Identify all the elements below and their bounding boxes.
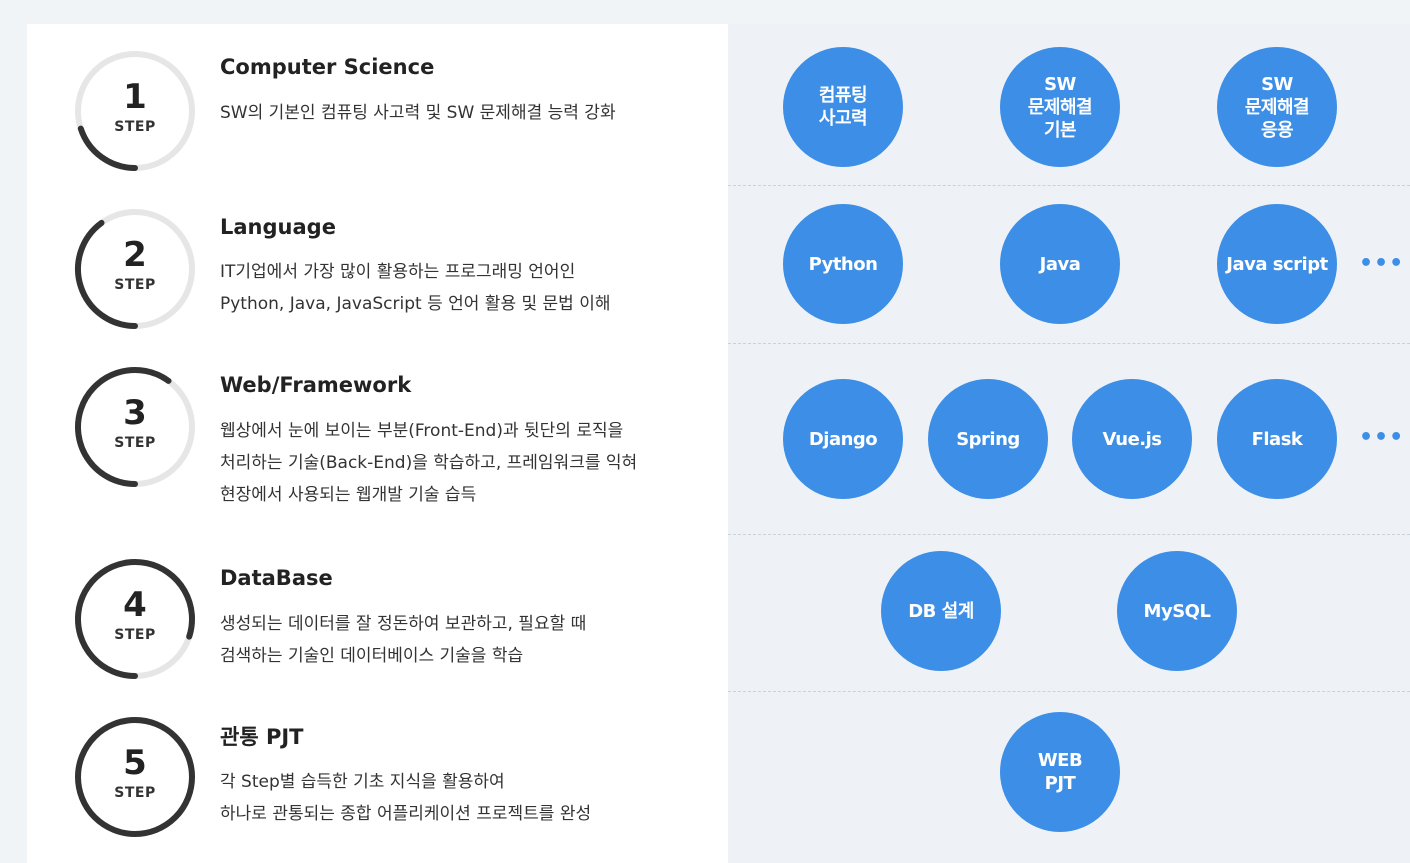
topic-label: SW 문제해결 기본 xyxy=(1027,73,1093,141)
steps-panel: 1 STEP Computer Science SW의 기본인 컴퓨팅 사고력 … xyxy=(27,24,728,863)
step-ring: 1 STEP xyxy=(72,48,198,174)
topic-bubble: Vue.js xyxy=(1072,379,1192,499)
topic-bubble: Java xyxy=(1000,204,1120,324)
step-label: STEP xyxy=(114,277,156,293)
topic-label: MySQL xyxy=(1143,600,1211,622)
topic-label: Spring xyxy=(956,428,1020,450)
topic-label: Java xyxy=(1039,253,1081,275)
step-label: STEP xyxy=(114,627,156,643)
desc-line: 생성되는 데이터를 잘 정돈하여 보관하고, 필요할 때 xyxy=(220,614,587,634)
topic-label: Flask xyxy=(1251,428,1303,450)
topics-panel: 컴퓨팅 사고력 SW 문제해결 기본 SW 문제해결 응용 Python Jav… xyxy=(728,24,1410,863)
step-title: Computer Science xyxy=(220,55,435,79)
step-description: SW의 기본인 컴퓨팅 사고력 및 SW 문제해결 능력 강화 xyxy=(220,97,616,129)
topic-bubble: WEB PJT xyxy=(1000,712,1120,832)
step-number: 3 xyxy=(123,393,147,433)
step-label: STEP xyxy=(114,435,156,451)
step-label: STEP xyxy=(114,785,156,801)
topic-label: Python xyxy=(808,253,878,275)
topic-bubble: 컴퓨팅 사고력 xyxy=(783,47,903,167)
curriculum-page: 1 STEP Computer Science SW의 기본인 컴퓨팅 사고력 … xyxy=(0,0,1410,863)
step-description: 각 Step별 습득한 기초 지식을 활용하여 하나로 관통되는 종합 어플리케… xyxy=(220,766,591,830)
desc-line: 웹상에서 눈에 보이는 부분(Front-End)과 뒷단의 로직을 xyxy=(220,421,624,441)
topic-bubble: SW 문제해결 응용 xyxy=(1217,47,1337,167)
more-dots-icon: ••• xyxy=(1359,425,1405,450)
desc-line: 검색하는 기술인 데이터베이스 기술을 학습 xyxy=(220,646,524,666)
topic-bubble: MySQL xyxy=(1117,551,1237,671)
row-divider xyxy=(728,534,1410,535)
step-description: 웹상에서 눈에 보이는 부분(Front-End)과 뒷단의 로직을 처리하는 … xyxy=(220,415,637,511)
topic-label: Django xyxy=(808,428,878,450)
row-divider xyxy=(728,343,1410,344)
topic-bubble: Spring xyxy=(928,379,1048,499)
step-ring: 4 STEP xyxy=(72,556,198,682)
topic-label: 컴퓨팅 사고력 xyxy=(818,85,868,129)
topic-bubble: Flask xyxy=(1217,379,1337,499)
desc-line: 각 Step별 습득한 기초 지식을 활용하여 xyxy=(220,772,505,792)
desc-line: 하나로 관통되는 종합 어플리케이션 프로젝트를 완성 xyxy=(220,804,592,824)
topic-label: Vue.js xyxy=(1102,428,1162,450)
step-title: Web/Framework xyxy=(220,373,412,397)
topic-label: WEB PJT xyxy=(1037,750,1083,794)
step-title: Language xyxy=(220,215,336,239)
desc-line: 처리하는 기술(Back-End)을 학습하고, 프레임워크를 익혀 xyxy=(220,453,638,473)
topic-bubble: Django xyxy=(783,379,903,499)
step-number: 4 xyxy=(123,585,147,625)
step-number: 2 xyxy=(123,235,147,275)
step-label: STEP xyxy=(114,119,156,135)
row-divider xyxy=(728,185,1410,186)
step-title: 관통 PJT xyxy=(220,725,304,749)
step-number: 1 xyxy=(123,77,147,117)
topic-label: DB 설계 xyxy=(908,600,974,622)
step-description: IT기업에서 가장 많이 활용하는 프로그래밍 언어인 Python, Java… xyxy=(220,256,611,320)
step-ring: 3 STEP xyxy=(72,364,198,490)
desc-line: IT기업에서 가장 많이 활용하는 프로그래밍 언어인 xyxy=(220,262,576,282)
step-title: DataBase xyxy=(220,566,333,590)
row-divider xyxy=(728,691,1410,692)
topic-label: Java script xyxy=(1226,253,1328,275)
desc-line: 현장에서 사용되는 웹개발 기술 습득 xyxy=(220,485,477,505)
step-ring: 5 STEP xyxy=(72,714,198,840)
desc-line: Python, Java, JavaScript 등 언어 활용 및 문법 이해 xyxy=(220,294,611,314)
step-description: 생성되는 데이터를 잘 정돈하여 보관하고, 필요할 때 검색하는 기술인 데이… xyxy=(220,608,586,672)
more-dots-icon: ••• xyxy=(1359,251,1405,276)
desc-line: SW의 기본인 컴퓨팅 사고력 및 SW 문제해결 능력 강화 xyxy=(220,103,616,123)
topic-bubble: SW 문제해결 기본 xyxy=(1000,47,1120,167)
step-ring: 2 STEP xyxy=(72,206,198,332)
topic-label: SW 문제해결 응용 xyxy=(1244,73,1310,141)
topic-bubble: DB 설계 xyxy=(881,551,1001,671)
topic-bubble: Python xyxy=(783,204,903,324)
topic-bubble: Java script xyxy=(1217,204,1337,324)
step-number: 5 xyxy=(123,743,147,783)
